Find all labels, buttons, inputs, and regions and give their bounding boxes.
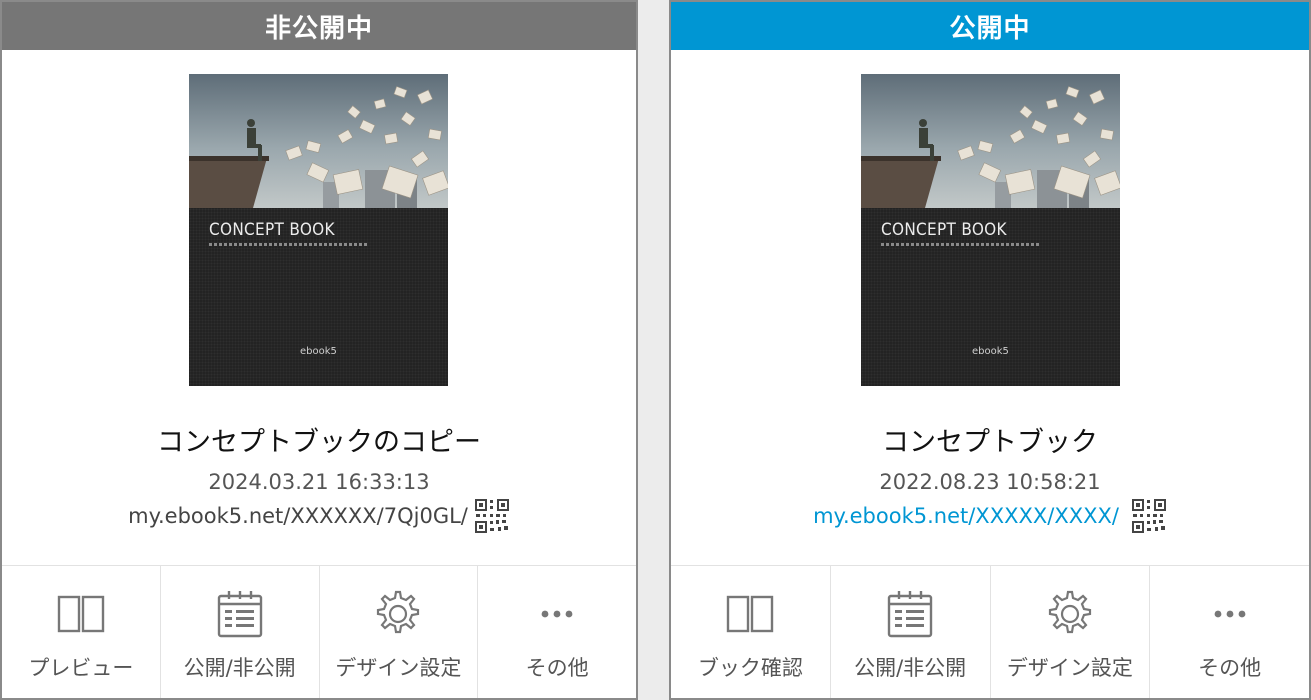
cover-subtitle-line: [209, 243, 369, 246]
publish-toggle-button[interactable]: 公開/非公開: [161, 566, 320, 698]
book-title: コンセプトブック: [882, 427, 1098, 458]
cover-logo: ebook5: [300, 346, 337, 357]
cover-photo: [861, 74, 1120, 208]
url-row: my.ebook5.net/XXXXX/XXXX/: [671, 498, 1309, 534]
action-label: デザイン設定: [335, 656, 462, 680]
cover-logo-text: ebook5: [972, 346, 1009, 357]
action-label: デザイン設定: [1006, 656, 1133, 680]
book-check-button[interactable]: ブック確認: [671, 566, 831, 698]
action-bar: ブック確認 公開/非公開 デザイン設定 その他: [671, 565, 1309, 698]
calendar-icon: [887, 591, 933, 638]
status-bar: 公開中: [671, 2, 1309, 50]
book-card-unpublished: 非公開中 CONCEPT BOOK ebook5 コンセプトブックのコピー 20…: [0, 0, 638, 700]
more-button[interactable]: その他: [1150, 566, 1309, 698]
action-label: その他: [525, 656, 589, 680]
book-date: 2022.08.23 10:58:21: [879, 470, 1101, 494]
qr-code-icon[interactable]: [1131, 498, 1167, 534]
action-label: その他: [1198, 656, 1262, 680]
action-label: プレビュー: [28, 656, 134, 680]
action-label: 公開/非公開: [854, 656, 967, 680]
book-open-icon: [727, 595, 774, 633]
book-date: 2024.03.21 16:33:13: [208, 470, 430, 494]
book-cover[interactable]: CONCEPT BOOK ebook5: [189, 74, 448, 386]
more-icon: [1214, 610, 1246, 618]
cover-title: CONCEPT BOOK: [209, 220, 335, 240]
url-row: my.ebook5.net/XXXXXX/7Qj0GL/: [2, 498, 636, 534]
cover-title: CONCEPT BOOK: [881, 220, 1007, 240]
action-label: ブック確認: [697, 656, 803, 680]
status-bar: 非公開中: [2, 2, 636, 50]
book-open-icon: [57, 595, 105, 633]
book-url[interactable]: my.ebook5.net/XXXXX/XXXX/: [813, 504, 1119, 528]
design-settings-button[interactable]: デザイン設定: [991, 566, 1151, 698]
book-card-published: 公開中 CONCEPT BOOK ebook5 コンセプトブック 2022.08…: [669, 0, 1311, 700]
cover-photo: [189, 74, 448, 208]
book-cover[interactable]: CONCEPT BOOK ebook5: [861, 74, 1120, 386]
design-settings-button[interactable]: デザイン設定: [320, 566, 479, 698]
cover-lower: CONCEPT BOOK ebook5: [189, 208, 448, 386]
cover-logo: ebook5: [972, 346, 1009, 357]
action-bar: プレビュー 公開/非公開 デザイン設定 その他: [2, 565, 636, 698]
action-label: 公開/非公開: [183, 656, 296, 680]
calendar-icon: [217, 591, 262, 638]
gear-icon: [377, 590, 420, 634]
book-title: コンセプトブックのコピー: [157, 427, 481, 458]
gear-icon: [1048, 590, 1091, 634]
publish-toggle-button[interactable]: 公開/非公開: [831, 566, 991, 698]
cover-subtitle-line: [881, 243, 1041, 246]
cover-logo-text: ebook5: [300, 346, 337, 357]
qr-code-icon[interactable]: [474, 498, 510, 534]
more-button[interactable]: その他: [478, 566, 636, 698]
cover-lower: CONCEPT BOOK ebook5: [861, 208, 1120, 386]
preview-button[interactable]: プレビュー: [2, 566, 161, 698]
more-icon: [541, 610, 573, 618]
book-url[interactable]: my.ebook5.net/XXXXXX/7Qj0GL/: [128, 504, 468, 528]
